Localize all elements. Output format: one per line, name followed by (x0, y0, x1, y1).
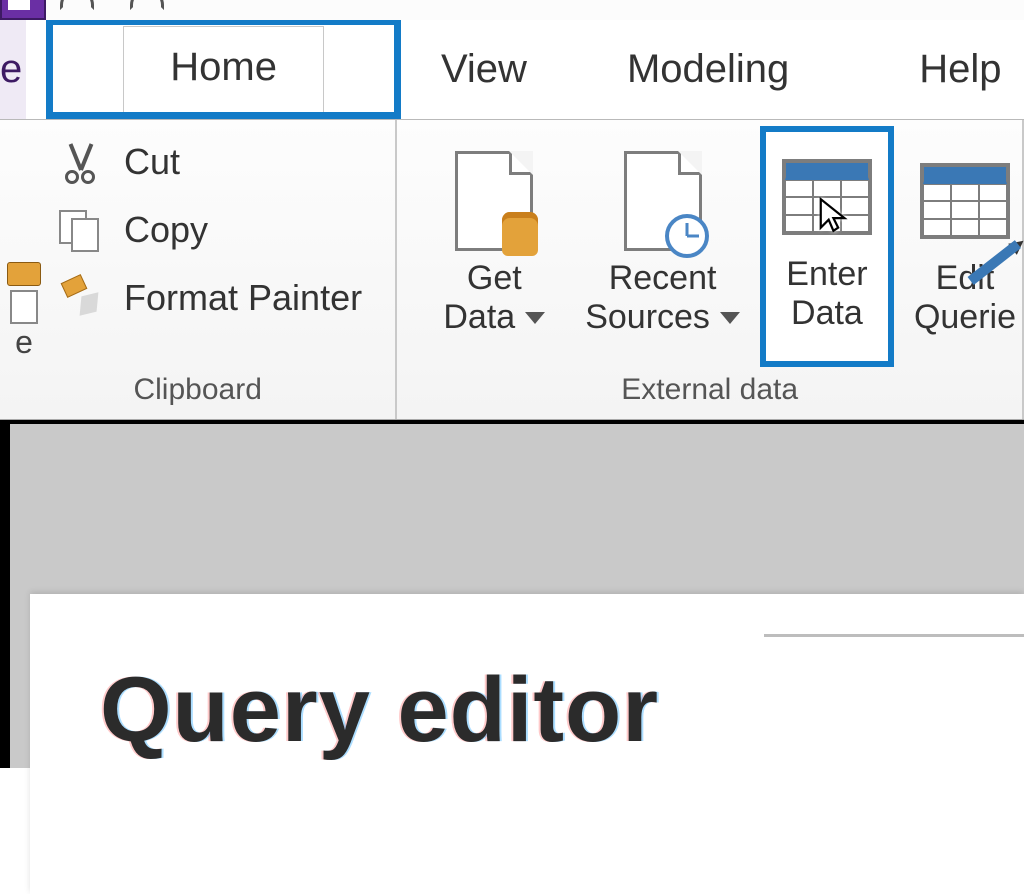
get-data-icon (455, 151, 533, 251)
copy-icon (57, 208, 103, 252)
ribbon-tabs: e Home View Modeling Help (0, 20, 1024, 120)
group-clipboard: e Cut (0, 120, 397, 419)
format-painter-button[interactable]: Format Painter (54, 276, 391, 320)
enter-data-button[interactable]: Enter Data (760, 126, 894, 367)
report-canvas[interactable]: Query editor (0, 420, 1024, 768)
get-data-label-2: Data (443, 299, 515, 336)
enter-data-label-2: Data (791, 295, 863, 332)
tab-file[interactable]: e (0, 20, 26, 119)
paste-button[interactable]: e (0, 130, 48, 367)
edit-queries-button[interactable]: Edit Querie (894, 126, 1022, 367)
save-icon[interactable] (0, 0, 46, 20)
page-title: Query editor (100, 658, 954, 763)
table-icon (782, 159, 872, 235)
tab-view-label: View (441, 47, 527, 92)
document-page: Query editor (30, 594, 1024, 894)
group-external-data: Get Data Recent Sources (397, 120, 1024, 419)
tab-modeling[interactable]: Modeling (567, 20, 849, 119)
format-painter-label: Format Painter (124, 277, 362, 319)
paintbrush-icon (57, 276, 103, 320)
quick-access-toolbar (0, 0, 1024, 20)
tab-help-label: Help (919, 47, 1001, 92)
undo-button[interactable] (60, 0, 94, 10)
page-icon (10, 290, 38, 324)
paste-label: e (15, 324, 33, 361)
tab-home-label: Home (170, 45, 277, 89)
clipboard-icon (7, 262, 41, 286)
ribbon: e Cut (0, 120, 1024, 420)
get-data-button[interactable]: Get Data (423, 126, 565, 367)
left-rail (0, 420, 10, 768)
copy-label: Copy (124, 209, 208, 251)
chevron-down-icon (720, 312, 740, 324)
copy-button[interactable]: Copy (54, 208, 391, 252)
recent-sources-label-2: Sources (585, 299, 710, 336)
group-clipboard-label: Clipboard (0, 367, 395, 419)
get-data-label-1: Get (467, 260, 522, 297)
tab-file-label: e (0, 47, 22, 92)
cut-button[interactable]: Cut (54, 140, 391, 184)
tab-home[interactable]: Home (46, 20, 401, 119)
tab-modeling-label: Modeling (627, 47, 789, 92)
scissors-icon (57, 142, 103, 182)
edit-queries-label-2: Querie (914, 299, 1016, 336)
edit-queries-icon (920, 163, 1010, 239)
tab-help[interactable]: Help (849, 20, 1024, 119)
cut-label: Cut (124, 141, 180, 183)
recent-sources-icon (624, 151, 702, 251)
divider (764, 634, 1024, 637)
redo-button[interactable] (130, 0, 164, 10)
enter-data-label-1: Enter (786, 256, 867, 293)
recent-sources-label-1: Recent (609, 260, 717, 297)
chevron-down-icon (525, 312, 545, 324)
tab-view[interactable]: View (401, 20, 567, 119)
recent-sources-button[interactable]: Recent Sources (565, 126, 760, 367)
group-external-label: External data (397, 367, 1022, 419)
